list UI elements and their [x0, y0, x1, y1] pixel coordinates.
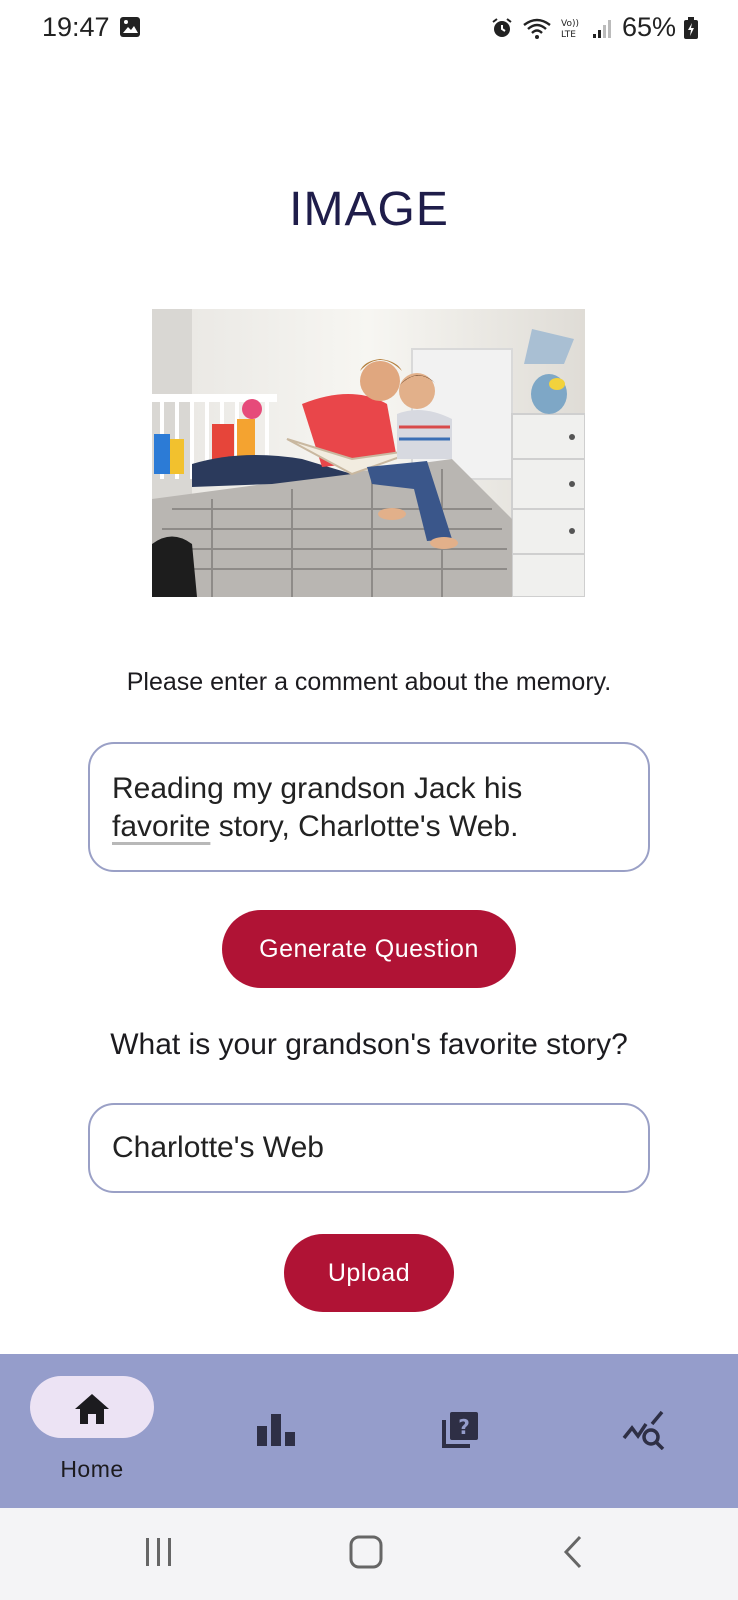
gallery-icon [119, 16, 141, 38]
nav-item-quiz[interactable]: ? [368, 1354, 552, 1508]
svg-text:Vo)): Vo)) [561, 19, 579, 29]
status-bar: 19:47 Vo)) LTE 65% [0, 0, 738, 56]
signal-icon [592, 16, 614, 40]
memory-photo [152, 309, 585, 597]
comment-input-line2: favorite story, Charlotte's Web. [112, 808, 626, 846]
bottom-navigation: Home ? [0, 1354, 738, 1508]
quiz-icon: ? [440, 1410, 480, 1455]
wifi-icon [522, 16, 552, 40]
svg-text:LTE: LTE [561, 30, 576, 40]
home-button-icon[interactable] [348, 1534, 384, 1575]
status-time: 19:47 [42, 12, 110, 42]
battery-icon [684, 16, 698, 39]
status-icons: Vo)) LTE 65% [490, 12, 698, 43]
upload-button[interactable]: Upload [284, 1234, 454, 1312]
svg-text:?: ? [458, 1415, 470, 1439]
comment-prompt: Please enter a comment about the memory. [126, 668, 612, 696]
nav-item-insights[interactable] [552, 1354, 736, 1508]
answer-input[interactable]: Charlotte's Web [88, 1103, 650, 1193]
nav-label-home: Home [60, 1456, 124, 1482]
volte-icon: Vo)) LTE [560, 16, 584, 40]
spellcheck-word: favorite [112, 810, 211, 843]
comment-input-line2-rest: story, Charlotte's Web. [210, 810, 519, 843]
comment-input-line1: Reading my grandson Jack his [112, 772, 523, 805]
nav-item-home[interactable]: Home [0, 1354, 184, 1508]
alarm-icon [490, 16, 514, 40]
generate-question-button[interactable]: Generate Question [222, 910, 516, 988]
recent-apps-icon[interactable] [142, 1534, 176, 1575]
query-stats-icon [622, 1410, 666, 1455]
back-icon[interactable] [560, 1534, 586, 1575]
system-navigation-bar [0, 1508, 738, 1600]
generated-question: What is your grandson's favorite story? [110, 1028, 628, 1061]
nav-item-stats[interactable] [184, 1354, 368, 1508]
home-icon [73, 1392, 111, 1431]
page-title: IMAGE [289, 183, 449, 236]
bar-chart-icon [255, 1412, 297, 1451]
comment-input[interactable]: Reading my grandson Jack his favorite st… [88, 742, 650, 872]
battery-percentage: 65% [621, 12, 676, 42]
